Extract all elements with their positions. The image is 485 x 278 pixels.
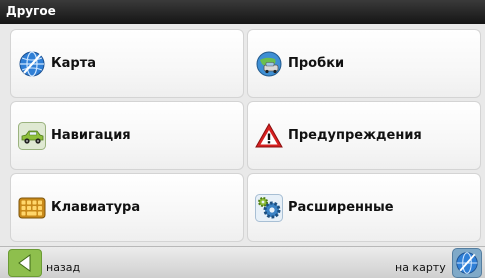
gears-icon bbox=[255, 193, 283, 222]
to-map-label[interactable]: на карту bbox=[395, 261, 446, 274]
back-button[interactable] bbox=[8, 249, 42, 277]
menu-item-label: Карта bbox=[51, 56, 97, 71]
menu-item-warnings[interactable]: Предупреждения bbox=[247, 101, 481, 170]
bottom-bar: назад на карту bbox=[0, 246, 485, 278]
menu-item-label: Клавиатура bbox=[51, 200, 141, 215]
menu-item-traffic[interactable]: Пробки bbox=[247, 29, 481, 98]
menu-item-map[interactable]: Карта bbox=[10, 29, 244, 98]
window-title: Другое bbox=[6, 4, 56, 18]
warning-triangle-icon bbox=[255, 122, 283, 150]
menu-item-label: Предупреждения bbox=[288, 128, 422, 143]
menu-grid: Карта Пробки Навигация Предупреждения Кл… bbox=[0, 24, 485, 246]
globe-icon bbox=[18, 50, 46, 78]
menu-item-advanced[interactable]: Расширенные bbox=[247, 173, 481, 242]
car-icon bbox=[18, 121, 46, 150]
menu-item-label: Расширенные bbox=[288, 200, 394, 215]
menu-item-label: Навигация bbox=[51, 128, 131, 143]
to-map-button[interactable] bbox=[452, 248, 482, 278]
back-label[interactable]: назад bbox=[46, 261, 80, 274]
menu-item-label: Пробки bbox=[288, 56, 345, 71]
traffic-icon bbox=[255, 50, 283, 78]
globe-icon bbox=[456, 252, 478, 274]
menu-item-navigation[interactable]: Навигация bbox=[10, 101, 244, 170]
back-arrow-icon bbox=[18, 254, 31, 272]
title-bar: Другое bbox=[0, 0, 485, 24]
menu-item-keyboard[interactable]: Клавиатура bbox=[10, 173, 244, 242]
keyboard-icon bbox=[18, 194, 46, 222]
